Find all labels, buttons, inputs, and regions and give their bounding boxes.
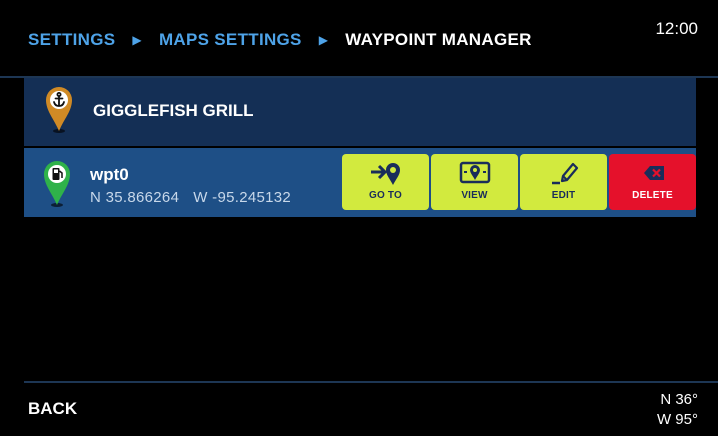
edit-icon [551,162,578,185]
header: SETTINGS ▶ MAPS SETTINGS ▶ WAYPOINT MANA… [0,0,718,78]
edit-button[interactable]: EDIT [520,154,607,210]
waypoint-row-gigglefish-grill[interactable]: GIGGLEFISH GRILL [24,78,696,146]
footer: BACK N 36° W 95° [24,381,718,436]
breadcrumb-waypoint-manager: WAYPOINT MANAGER [345,30,532,49]
edit-label: EDIT [551,190,576,201]
breadcrumb-maps-settings[interactable]: MAPS SETTINGS [159,30,302,50]
waypoint-name: GIGGLEFISH GRILL [93,101,254,120]
breadcrumb-settings[interactable]: SETTINGS [28,30,115,50]
waypoint-name: wpt0 [90,165,129,184]
go-to-icon [370,163,400,185]
waypoint-coordinates: N 35.866264 W -95.245132 [90,189,291,206]
fuel-pin-icon [44,161,70,207]
waypoint-latitude: N 35.866264 [90,189,180,206]
position-latitude: N 36° [660,391,698,408]
delete-icon [643,166,664,180]
view-icon [459,161,490,184]
waypoint-row-wpt0[interactable]: wpt0 N 35.866264 W -95.245132 GO TO VIEW [24,148,696,217]
view-button[interactable]: VIEW [431,154,518,210]
breadcrumb-separator-icon: ▶ [132,33,142,47]
position-readout: N 36° W 95° [657,390,698,430]
delete-label: DELETE [632,190,673,201]
waypoint-actions: GO TO VIEW EDIT DELETE [342,154,696,210]
anchor-pin-icon [46,87,72,133]
breadcrumb-separator-icon: ▶ [318,33,329,47]
go-to-button[interactable]: GO TO [342,154,429,210]
position-longitude: W 95° [656,411,698,428]
go-to-label: GO TO [368,190,403,201]
back-button[interactable]: BACK [28,399,77,419]
delete-button[interactable]: DELETE [609,154,696,210]
view-label: VIEW [461,190,488,201]
clock: 12:00 [655,19,698,38]
breadcrumb: SETTINGS ▶ MAPS SETTINGS ▶ WAYPOINT MANA… [28,30,532,50]
waypoint-longitude: W -95.245132 [193,189,292,206]
